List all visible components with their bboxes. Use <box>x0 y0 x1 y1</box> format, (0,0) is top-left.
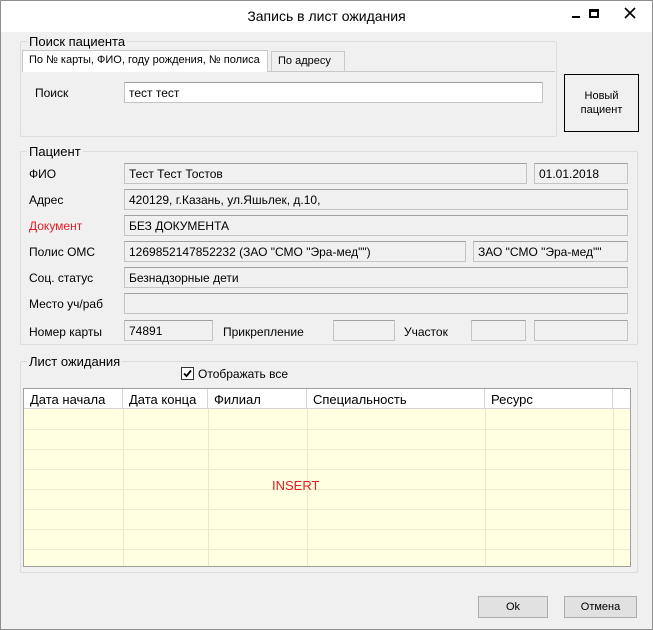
workplace-field <box>124 293 628 314</box>
show-all-label[interactable]: Отображать все <box>198 367 288 381</box>
checkmark-icon <box>183 369 192 378</box>
column-header[interactable]: Дата начала <box>24 389 123 409</box>
attachment-label: Прикрепление <box>223 325 304 339</box>
document-label: Документ <box>29 219 83 233</box>
close-icon <box>624 7 636 19</box>
address-field: 420129, г.Казань, ул.Яшьлек, д.10, <box>124 189 628 210</box>
grid-row-line <box>24 489 630 490</box>
district-label: Участок <box>404 325 448 339</box>
ok-button[interactable]: Ok <box>478 596 548 618</box>
dialog-window: Запись в лист ожидания Поиск пациента По… <box>0 0 653 630</box>
workplace-label: Место уч/раб <box>29 297 103 311</box>
address-label: Адрес <box>29 193 64 207</box>
search-group-title: Поиск пациента <box>27 34 128 49</box>
new-patient-button[interactable]: Новый пациент <box>564 74 639 132</box>
search-label: Поиск <box>35 86 69 100</box>
attachment-field <box>333 320 395 341</box>
grid-row-line <box>24 469 630 470</box>
social-status-field: Безнадзорные дети <box>124 267 628 288</box>
column-header[interactable]: Филиал <box>208 389 307 409</box>
patient-group-title: Пациент <box>27 144 83 159</box>
column-header[interactable]: Дата конца <box>123 389 208 409</box>
fio-label: ФИО <box>29 167 57 181</box>
tab-by-address[interactable]: По адресу <box>271 51 345 71</box>
tab-by-card[interactable]: По № карты, ФИО, году рождения, № полиса <box>22 50 268 72</box>
column-header[interactable]: Ресурс <box>485 389 613 409</box>
maximize-button[interactable] <box>581 2 607 24</box>
minimize-icon <box>572 16 580 18</box>
social-status-label: Соц. статус <box>29 271 94 285</box>
grid-row-line <box>24 509 630 510</box>
grid-row-line <box>24 449 630 450</box>
grid-row-line <box>24 529 630 530</box>
waitlist-grid[interactable]: Дата начала Дата конца Филиал Специально… <box>23 388 631 567</box>
oms-label: Полис ОМС <box>29 245 96 259</box>
grid-column-line <box>208 409 209 566</box>
cancel-button[interactable]: Отмена <box>564 596 637 618</box>
grid-row-line <box>24 549 630 550</box>
grid-column-line <box>613 409 614 566</box>
window-title: Запись в лист ожидания <box>247 8 406 24</box>
district-field <box>471 320 526 341</box>
column-header[interactable]: Специальность <box>307 389 485 409</box>
search-input[interactable]: тест тест <box>124 82 543 103</box>
grid-column-line <box>123 409 124 566</box>
district-extra-field <box>534 320 628 341</box>
waitlist-group-title: Лист ожидания <box>27 354 123 369</box>
show-all-checkbox[interactable] <box>181 367 194 380</box>
card-number-label: Номер карты <box>29 325 102 339</box>
grid-header: Дата начала Дата конца Филиал Специально… <box>24 389 630 409</box>
fio-field: Тест Тест Тостов <box>124 163 527 184</box>
birth-date-field: 01.01.2018 <box>534 163 628 184</box>
close-button[interactable] <box>610 2 650 24</box>
title-bar: Запись в лист ожидания <box>1 1 652 32</box>
card-number-field: 74891 <box>124 320 213 341</box>
document-field: БЕЗ ДОКУМЕНТА <box>124 215 628 236</box>
insert-mode-indicator: INSERT <box>272 478 320 493</box>
oms-company-field: ЗАО "СМО "Эра-мед"" <box>473 241 628 262</box>
grid-column-line <box>485 409 486 566</box>
oms-field: 1269852147852232 (ЗАО "СМО "Эра-мед"") <box>124 241 466 262</box>
maximize-icon <box>589 8 599 18</box>
grid-row-line <box>24 429 630 430</box>
